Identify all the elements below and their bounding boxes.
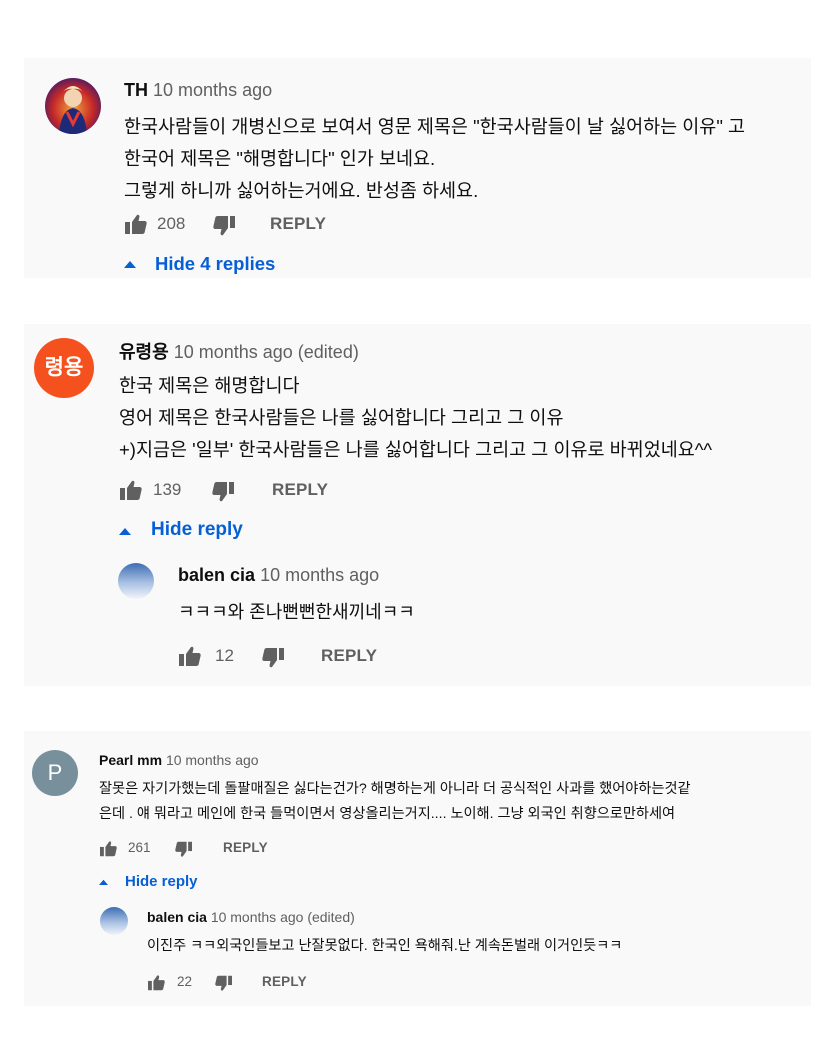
- comment-text-line: +)지금은 '일부' 한국사람들은 나를 싫어합니다 그리고 그 이유로 바뀌었…: [119, 439, 713, 460]
- thumb-down-icon[interactable]: [211, 481, 235, 503]
- reply-button[interactable]: REPLY: [262, 974, 307, 989]
- avatar[interactable]: [100, 907, 128, 935]
- comment-author[interactable]: Pearl mm: [99, 752, 162, 768]
- comment-time[interactable]: 10 months ago: [153, 80, 272, 100]
- reply-text: ㅋㅋㅋ와 존나뻔뻔한새끼네ㅋㅋ: [178, 602, 415, 622]
- thumb-down-icon[interactable]: [214, 975, 233, 992]
- reply-header: balen cia 10 months ago: [178, 565, 379, 586]
- comment-text-line: 한국어 제목은 "해명합니다" 인가 보네요.: [124, 148, 436, 169]
- thumb-up-icon[interactable]: [119, 479, 143, 501]
- caret-up-icon[interactable]: [119, 527, 131, 535]
- like-count: 261: [128, 840, 151, 855]
- comment-card-3: [24, 731, 811, 1006]
- like-count: 12: [215, 646, 234, 665]
- like-count: 208: [157, 214, 186, 233]
- reply-time[interactable]: 10 months ago: [260, 565, 379, 585]
- reply-header: balen cia 10 months ago (edited): [147, 909, 355, 925]
- avatar-initials: 령용: [44, 356, 84, 379]
- comment-text-line: 한국사람들이 개병신으로 보여서 영문 제목은 "한국사람들이 날 싫어하는 이…: [124, 116, 746, 137]
- thumb-down-icon[interactable]: [174, 841, 193, 858]
- comment-header: Pearl mm 10 months ago: [99, 752, 259, 768]
- thumb-up-icon[interactable]: [147, 974, 166, 991]
- comment-header: 유령용 10 months ago (edited): [119, 338, 359, 364]
- comment-header: TH 10 months ago: [124, 80, 272, 101]
- caret-up-icon[interactable]: [124, 260, 136, 268]
- reply-text: 이진주 ㅋㅋ외국인들보고 난잘못없다. 한국인 욕해줘.난 계속돈벌래 이거인듯…: [147, 938, 623, 954]
- reply-author[interactable]: balen cia: [178, 565, 255, 585]
- thumb-up-icon[interactable]: [178, 645, 202, 667]
- comment-author[interactable]: TH: [124, 80, 148, 100]
- avatar[interactable]: [118, 563, 154, 599]
- avatar[interactable]: P: [32, 750, 78, 796]
- comment-text-line: 은데 . 얘 뭐라고 메인에 한국 들먹이면서 영상올리는거지.... 노이해.…: [99, 806, 676, 822]
- reply-button[interactable]: REPLY: [223, 840, 268, 855]
- comment-text-line: 한국 제목은 해명합니다: [119, 375, 300, 396]
- comment-text-line: 그렇게 하니까 싫어하는거에요. 반성좀 하세요.: [124, 180, 479, 201]
- like-count: 139: [153, 480, 182, 499]
- avatar[interactable]: [45, 78, 101, 134]
- comment-time[interactable]: 10 months ago: [166, 752, 259, 768]
- comment-text-line: 잘못은 자기가했는데 돌팔매질은 싫다는건가? 해명하는게 아니라 더 공식적인…: [99, 781, 691, 797]
- comment-time[interactable]: 10 months ago (edited): [174, 342, 359, 362]
- reply-author[interactable]: balen cia: [147, 909, 207, 925]
- reply-button[interactable]: REPLY: [272, 480, 328, 500]
- reply-button[interactable]: REPLY: [270, 214, 326, 234]
- hide-reply-button[interactable]: Hide reply: [151, 519, 243, 541]
- hide-reply-button[interactable]: Hide reply: [125, 873, 198, 890]
- reply-time[interactable]: 10 months ago (edited): [211, 909, 355, 925]
- thumb-up-icon[interactable]: [124, 213, 148, 235]
- avatar-initials: P: [47, 760, 63, 785]
- thumb-down-icon[interactable]: [261, 647, 285, 669]
- comment-text-line: 영어 제목은 한국사람들은 나를 싫어합니다 그리고 그 이유: [119, 407, 564, 428]
- thumb-up-icon[interactable]: [99, 840, 118, 857]
- like-count: 22: [177, 974, 193, 989]
- hide-replies-button[interactable]: Hide 4 replies: [155, 253, 275, 275]
- reply-button[interactable]: REPLY: [321, 646, 377, 666]
- thumb-down-icon[interactable]: [212, 215, 236, 237]
- avatar[interactable]: 령용: [34, 338, 94, 398]
- comment-author[interactable]: 유령용: [119, 342, 169, 362]
- caret-up-icon[interactable]: [99, 879, 108, 885]
